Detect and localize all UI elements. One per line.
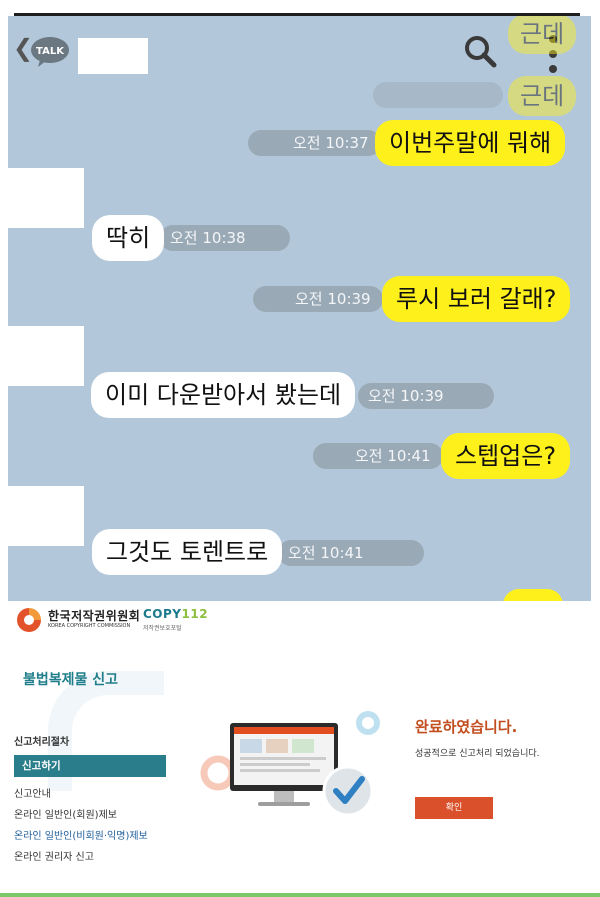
chat-screenshot: ❮ TALK 근데 근데 오전 10:37 이번주말에 뭐해 오전 10:38 …	[8, 16, 591, 601]
ghost-time	[373, 82, 503, 108]
portal-brand-number: 112	[181, 607, 209, 621]
message-bubble-mine: 루시 보러 갈래?	[382, 276, 571, 322]
sidebar-item[interactable]: 신고안내	[14, 785, 51, 800]
message-bubble-mine: 이번주말에 뭐해	[375, 120, 566, 166]
search-icon[interactable]	[463, 34, 497, 68]
message-bubble-theirs: 그것도 토렌트로	[92, 529, 283, 575]
message-time: 오전 10:39	[358, 383, 494, 409]
sidebar-header[interactable]: 신고처리절차	[14, 733, 69, 748]
portal-brand-main: COPY	[143, 607, 182, 621]
message-time: 오전 10:38	[160, 225, 290, 251]
portal-brand[interactable]: COPY112	[143, 607, 208, 621]
sidebar-item[interactable]: 온라인 일반인(회원)제보	[14, 806, 117, 821]
copyright-report-page: 한국저작권위원회 KOREA COPYRIGHT COMMISSION COPY…	[8, 601, 591, 878]
talk-icon: TALK	[31, 37, 69, 67]
bottom-border	[0, 893, 600, 897]
sidebar-item[interactable]: 온라인 권리자 신고	[14, 848, 94, 863]
avatar	[8, 168, 84, 228]
org-name: 한국저작권위원회	[48, 609, 141, 623]
message-time: 오전 10:41	[313, 443, 443, 469]
org-name-english: KOREA COPYRIGHT COMMISSION	[48, 623, 131, 629]
message-bubble-theirs: 이미 다운받아서 봤는데	[91, 372, 356, 418]
commission-logo-icon	[17, 608, 41, 632]
avatar	[8, 486, 84, 546]
portal-subtitle: 저작권보호포털	[143, 625, 182, 632]
result-title: 완료하였습니다.	[415, 718, 518, 736]
partial-message-bubble	[503, 589, 563, 601]
result-message: 성공적으로 신고처리 되었습니다.	[415, 749, 540, 759]
message-bubble-mine: 스텝업은?	[441, 433, 571, 479]
message-time: 오전 10:37	[248, 130, 381, 156]
monitor-checkmark-illustration	[200, 711, 380, 817]
message-bubble-theirs: 딱히	[92, 215, 165, 261]
sidebar-item-active[interactable]: 신고하기	[14, 755, 166, 777]
message-time: 오전 10:39	[253, 286, 383, 312]
section-title: 불법복제물 신고	[23, 672, 119, 688]
contact-name-redacted	[78, 38, 148, 74]
sidebar-item[interactable]: 온라인 일반인(비회원·익명)제보	[14, 827, 148, 842]
ghost-message-bubble: 근데	[508, 16, 577, 54]
confirm-button[interactable]: 확인	[415, 797, 493, 819]
message-time: 오전 10:41	[278, 540, 424, 566]
ghost-message-bubble: 근데	[508, 76, 577, 116]
talk-icon-label: TALK	[36, 46, 65, 57]
avatar	[8, 326, 84, 386]
